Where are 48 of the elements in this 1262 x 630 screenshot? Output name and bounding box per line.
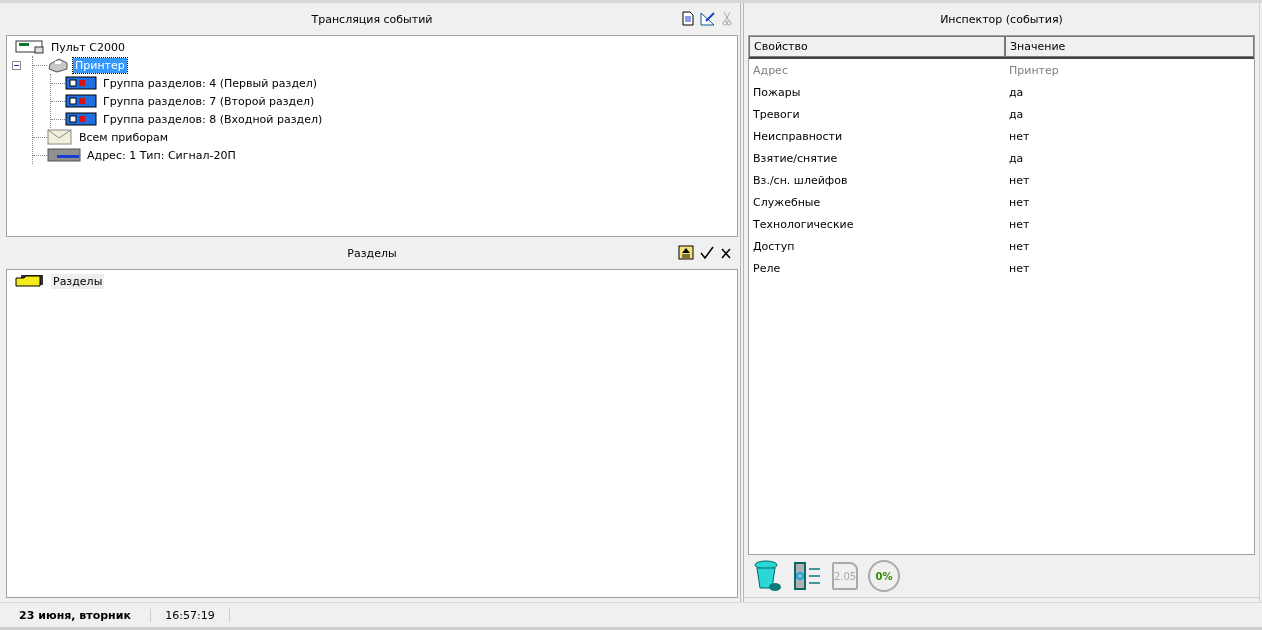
column-header[interactable]: Свойство — [749, 36, 1005, 57]
section-group-icon — [65, 112, 97, 126]
chip-icon[interactable] — [792, 561, 822, 591]
property-value[interactable]: нет — [1005, 129, 1254, 143]
ruler-pencil-icon[interactable] — [700, 11, 716, 26]
console-icon — [15, 40, 45, 54]
tree-item[interactable]: Всем приборам — [77, 129, 170, 145]
property-value[interactable]: да — [1005, 151, 1254, 165]
property-value[interactable]: да — [1005, 107, 1254, 121]
tree-item[interactable]: Пульт С2000 — [49, 39, 127, 55]
property-value[interactable]: да — [1005, 85, 1254, 99]
progress-indicator: 0% — [868, 560, 900, 592]
property-name: Реле — [752, 261, 782, 275]
panel-title: Трансляция событий — [311, 12, 433, 26]
collapse-toggle[interactable] — [12, 60, 21, 70]
property-name: Доступ — [752, 239, 796, 253]
printer-icon — [47, 57, 69, 73]
panel-title: Разделы — [347, 246, 397, 260]
tree-item[interactable]: Группа разделов: 8 (Входной раздел) — [101, 111, 325, 127]
property-name: Адрес — [752, 63, 789, 77]
property-name: Неисправности — [752, 129, 844, 143]
move-up-icon[interactable] — [678, 245, 694, 260]
status-date: 23 июня, вторник — [0, 608, 151, 622]
tree-item[interactable]: Группа разделов: 4 (Первый раздел) — [101, 75, 320, 91]
property-name: Пожары — [752, 85, 802, 99]
section-group-icon — [65, 76, 97, 90]
trash-can-icon[interactable] — [754, 560, 782, 592]
property-value[interactable]: нет — [1005, 217, 1254, 231]
section-group-icon — [65, 94, 97, 108]
tree-item[interactable]: Адрес: 1 Тип: Сигнал-20П — [85, 147, 238, 163]
property-value[interactable]: нет — [1005, 239, 1254, 253]
folders-icon — [15, 274, 45, 288]
property-name: Тревоги — [752, 107, 801, 121]
property-name: Технологические — [752, 217, 855, 231]
tree-item[interactable]: Разделы — [51, 273, 105, 289]
property-value[interactable]: нет — [1005, 173, 1254, 187]
checkmark-icon[interactable] — [700, 245, 714, 260]
property-name: Служебные — [752, 195, 822, 209]
property-value[interactable]: нет — [1005, 195, 1254, 209]
property-name: Взятие/снятие — [752, 151, 839, 165]
property-name: Вз./сн. шлейфов — [752, 173, 849, 187]
tree-item[interactable]: Группа разделов: 7 (Второй раздел) — [101, 93, 317, 109]
document-icon[interactable] — [682, 11, 694, 26]
property-value[interactable]: нет — [1005, 261, 1254, 275]
panel-title: Инспектор (события) — [940, 12, 1063, 26]
version-file-icon: 2.05 — [832, 562, 858, 590]
column-header[interactable]: Значение — [1005, 36, 1254, 57]
status-time: 16:57:19 — [151, 608, 230, 622]
